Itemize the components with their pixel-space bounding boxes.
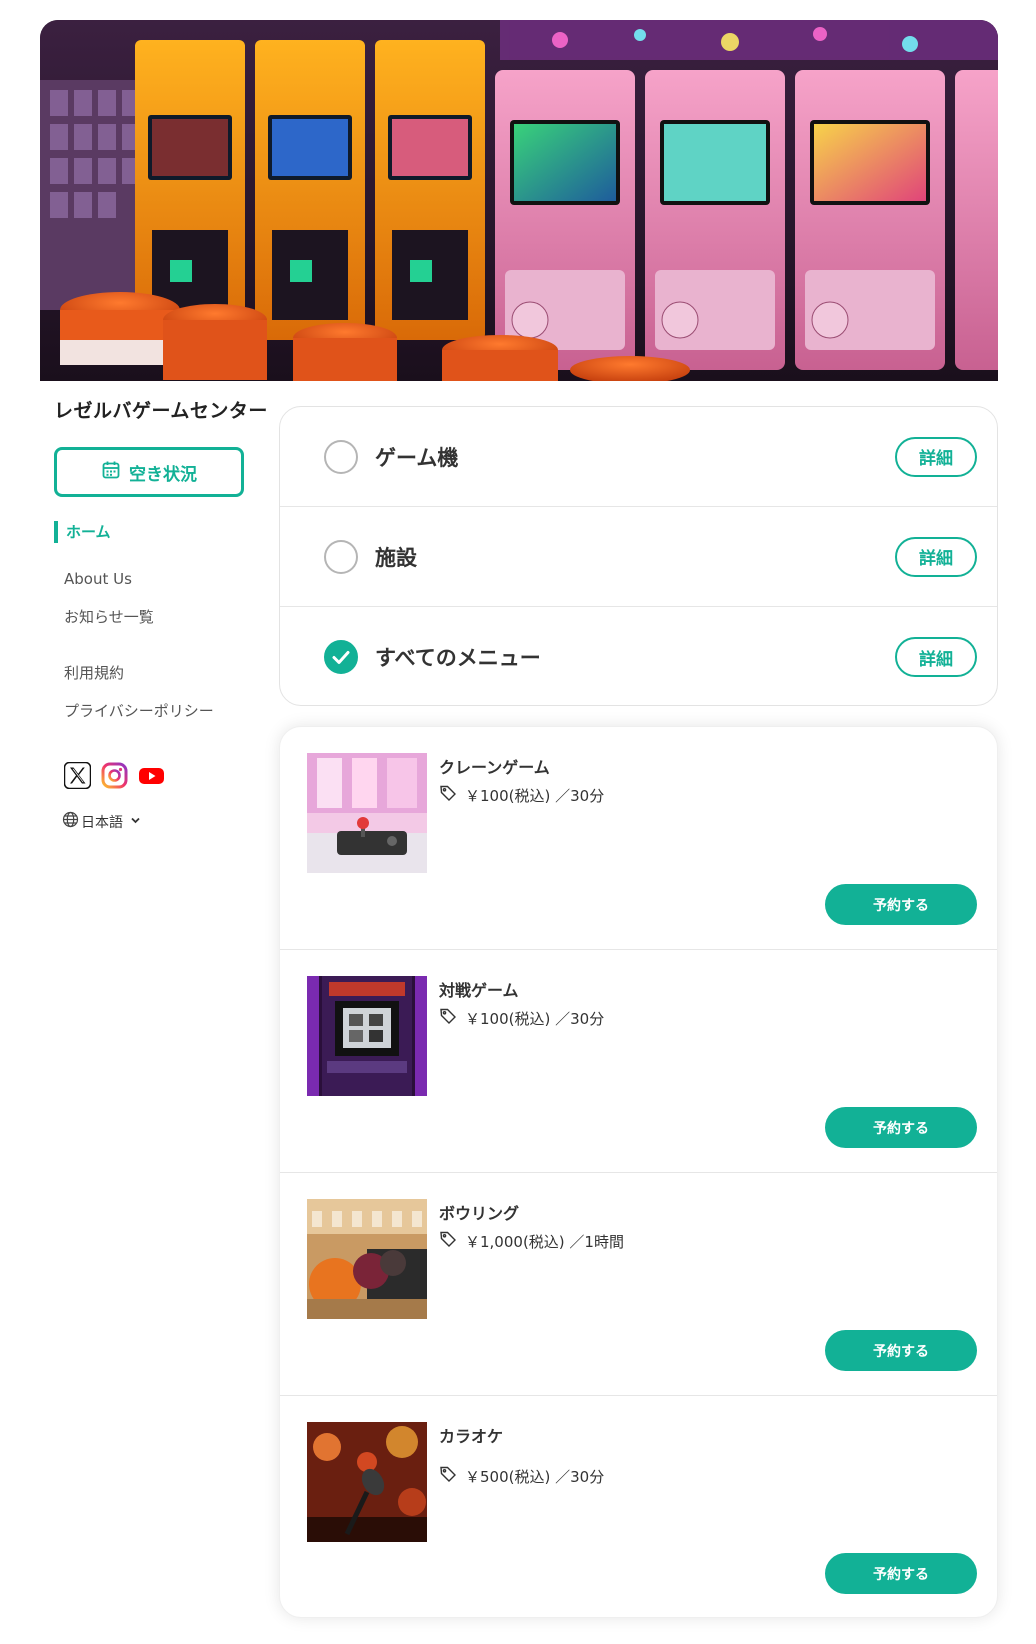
radio-checked-icon[interactable] <box>324 640 358 674</box>
karaoke-thumbnail <box>307 1422 427 1542</box>
menu-item-price-text: ￥1,000(税込) ／1時間 <box>465 1232 624 1251</box>
nav-item-news[interactable]: お知らせ一覧 <box>64 606 270 628</box>
category-row-all-menus[interactable]: すべてのメニュー 詳細 <box>280 607 997 705</box>
crane-game-thumbnail <box>307 753 427 873</box>
sidebar: レゼルバゲームセンター 空き状況 ホーム About Us お知らせ一覧 利用規… <box>40 396 270 832</box>
menu-item-price: ￥100(税込) ／30分 <box>439 1007 604 1029</box>
menu-item-price: ￥100(税込) ／30分 <box>439 784 604 806</box>
category-label: 施設 <box>375 545 417 570</box>
menu-item-price-text: ￥100(税込) ／30分 <box>465 1009 605 1028</box>
reserve-button[interactable]: 予約する <box>825 884 977 925</box>
chevron-down-icon <box>130 814 141 830</box>
nav-item-privacy[interactable]: プライバシーポリシー <box>64 700 270 722</box>
language-label: 日本語 <box>81 814 123 831</box>
category-row-facilities[interactable]: 施設 詳細 <box>280 507 997 607</box>
menu-item-name: ボウリング <box>439 1204 520 1223</box>
price-tag-icon <box>439 1465 457 1487</box>
language-selector[interactable]: 日本語 <box>62 811 270 832</box>
category-filter: ゲーム機 詳細 施設 詳細 すべてのメニュー 詳細 <box>279 406 998 706</box>
hero-image <box>40 20 998 381</box>
menu-item-name: クレーンゲーム <box>439 758 550 777</box>
menu-item-fighting-game: 対戦ゲーム ￥100(税込) ／30分 予約する <box>280 950 997 1173</box>
fighting-game-thumbnail <box>307 976 427 1096</box>
menu-item-price-text: ￥100(税込) ／30分 <box>465 786 605 805</box>
globe-icon <box>62 811 79 832</box>
category-label: ゲーム機 <box>375 445 459 470</box>
menu-item-price: ￥1,000(税込) ／1時間 <box>439 1230 624 1252</box>
shop-name: レゼルバゲームセンター <box>54 400 268 422</box>
price-tag-icon <box>439 784 457 806</box>
calendar-icon <box>101 460 121 485</box>
availability-button[interactable]: 空き状況 <box>54 447 244 497</box>
sidebar-nav: ホーム About Us お知らせ一覧 利用規約 プライバシーポリシー <box>40 521 270 722</box>
menu-item-price: ￥500(税込) ／30分 <box>439 1465 604 1487</box>
menu-list: クレーンゲーム ￥100(税込) ／30分 予約する 対戦ゲーム ￥100(税込… <box>279 726 998 1618</box>
menu-item-karaoke: カラオケ ￥500(税込) ／30分 予約する <box>280 1396 997 1617</box>
x-icon[interactable] <box>64 762 91 789</box>
detail-button[interactable]: 詳細 <box>895 637 977 677</box>
price-tag-icon <box>439 1007 457 1029</box>
detail-button[interactable]: 詳細 <box>895 436 977 477</box>
reserve-button[interactable]: 予約する <box>825 1553 977 1594</box>
radio-unchecked-icon[interactable] <box>324 539 358 574</box>
detail-button[interactable]: 詳細 <box>895 536 977 577</box>
nav-item-home[interactable]: ホーム <box>54 521 270 543</box>
instagram-icon[interactable] <box>101 762 128 789</box>
menu-item-crane-game: クレーンゲーム ￥100(税込) ／30分 予約する <box>280 727 997 950</box>
price-tag-icon <box>439 1230 457 1252</box>
nav-item-terms[interactable]: 利用規約 <box>64 662 270 684</box>
youtube-icon[interactable] <box>138 762 165 789</box>
reserve-button[interactable]: 予約する <box>825 1330 977 1371</box>
menu-item-name: カラオケ <box>439 1427 504 1446</box>
menu-item-price-text: ￥500(税込) ／30分 <box>465 1467 605 1486</box>
menu-item-name: 対戦ゲーム <box>439 981 519 1000</box>
category-label: すべてのメニュー <box>375 646 541 670</box>
radio-unchecked-icon[interactable] <box>324 439 358 474</box>
bowling-thumbnail <box>307 1199 427 1319</box>
menu-item-bowling: ボウリング ￥1,000(税込) ／1時間 予約する <box>280 1173 997 1396</box>
category-row-game-machines[interactable]: ゲーム機 詳細 <box>280 407 997 507</box>
availability-label: 空き状況 <box>129 464 197 485</box>
reserve-button[interactable]: 予約する <box>825 1107 977 1148</box>
nav-item-about[interactable]: About Us <box>64 568 270 590</box>
social-links <box>64 762 270 789</box>
